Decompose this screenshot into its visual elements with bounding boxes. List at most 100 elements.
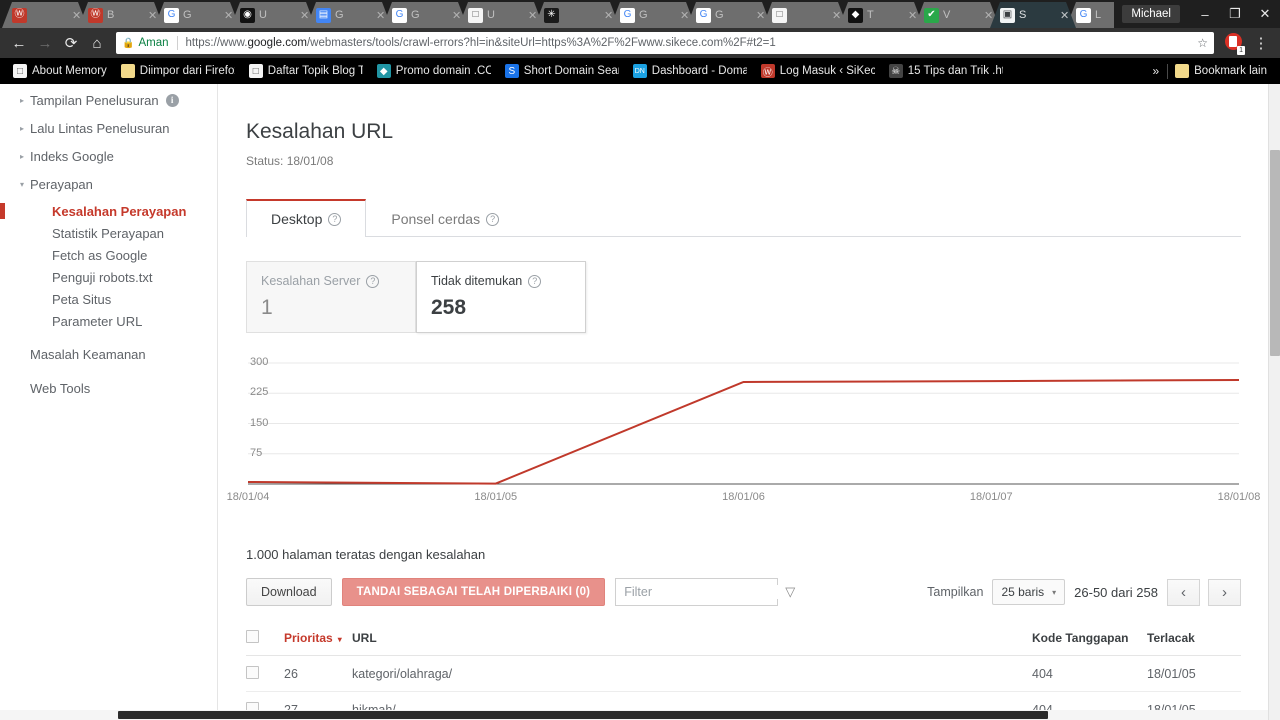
sidebar-subitem-5[interactable]: Parameter URL [0,310,217,332]
vertical-scrollbar-thumb[interactable] [1270,150,1280,356]
browser-tab-8[interactable]: G G ✕ [610,2,696,28]
tab-close-icon[interactable]: ✕ [908,9,918,22]
horizontal-scrollbar-thumb[interactable] [118,711,1048,719]
tab-close-icon[interactable]: ✕ [680,9,690,22]
sidebar-subitem-4[interactable]: Peta Situs [0,288,217,310]
forward-icon[interactable]: → [32,30,58,56]
browser-tab-0[interactable]: Ⓦ ✕ [2,2,88,28]
wordpress-icon: Ⓦ [88,7,103,23]
tab-close-icon[interactable]: ✕ [300,9,310,22]
bookmark-item-6[interactable]: Ⓦ Log Masuk ‹ SiKece.c [754,64,882,78]
sidebar-subitem-1[interactable]: Statistik Perayapan [0,222,217,244]
tab-close-icon[interactable]: ✕ [452,9,462,22]
bookmark-item-4[interactable]: S Short Domain Search [498,64,626,78]
row-checkbox[interactable] [246,666,259,679]
other-bookmarks-folder[interactable]: Bookmark lain [1168,64,1274,78]
sidebar-subitem-2[interactable]: Fetch as Google [0,244,217,266]
tab-ponsel-cerdas[interactable]: Ponsel cerdas ? [366,199,524,237]
sidebar-item-0[interactable]: ▸ Tampilan Penelusuran i [0,88,217,112]
security-indicator[interactable]: 🔒 Aman [122,37,169,49]
horizontal-scrollbar[interactable] [0,710,1268,720]
bookmark-item-5[interactable]: DN Dashboard - DomaiN [626,64,754,78]
sidebar-item-2[interactable]: ▸ Indeks Google [0,144,217,168]
chart-x-tick: 18/01/07 [969,491,1013,503]
card-kesalahan-server[interactable]: Kesalahan Server ? 1 [246,261,416,333]
tab-close-icon[interactable]: ✕ [224,9,234,22]
tab-close-icon[interactable]: ✕ [756,9,766,22]
page-icon: □ [13,64,27,78]
bookmark-item-3[interactable]: ◆ Promo domain .COM [370,64,498,78]
sidebar-item-3[interactable]: ▾ Perayapan [0,172,217,196]
tab-close-icon[interactable]: ✕ [528,9,538,22]
browser-tab-7[interactable]: ✳ ✕ [534,2,620,28]
mark-as-fixed-button[interactable]: TANDAI SEBAGAI TELAH DIPERBAIKI (0) [341,578,606,606]
sidebar-item-1[interactable]: ▸ Lalu Lintas Penelusuran [0,116,217,140]
user-profile-button[interactable]: Michael [1122,5,1180,23]
browser-tab-2[interactable]: G G ✕ [154,2,240,28]
home-icon[interactable]: ⌂ [84,30,110,56]
extension-icon[interactable]: 1 [1224,33,1245,55]
sidebar-subitem-0[interactable]: Kesalahan Perayapan [0,200,217,222]
bookmark-item-7[interactable]: ☠ 15 Tips dan Trik .htac [882,64,1010,78]
tab-desktop[interactable]: Desktop ? [246,199,367,237]
download-button[interactable]: Download [246,578,332,606]
next-page-button[interactable]: › [1208,578,1241,606]
browser-tab-12[interactable]: ✔ V ✕ [914,2,1000,28]
row-select-cell[interactable] [246,655,284,692]
maximize-restore-button[interactable]: ❐ [1220,0,1250,28]
browser-tab-11[interactable]: ◆ T ✕ [838,2,924,28]
bookmarks-overflow-icon[interactable]: » [1144,64,1167,78]
column-terlacak[interactable]: Terlacak [1147,622,1241,656]
browser-tab-13[interactable]: ▣ S ✕ [990,2,1076,28]
address-bar[interactable]: 🔒 Aman https://www.google.com/webmasters… [116,32,1214,54]
bookmark-item-1[interactable]: Diimpor dari Firefox [114,64,242,78]
tab-close-icon[interactable]: ✕ [72,9,82,22]
tab-close-icon[interactable]: ✕ [148,9,158,22]
browser-tab-9[interactable]: G G ✕ [686,2,772,28]
select-all-cell[interactable] [246,622,284,656]
column-prioritas[interactable]: Prioritas ▾ [284,622,352,656]
browser-tab-label: V [943,9,951,21]
chrome-menu-icon[interactable]: ⋮ [1248,30,1274,56]
browser-tab-10[interactable]: □ ✕ [762,2,848,28]
bookmark-star-icon[interactable]: ☆ [1197,36,1208,50]
browser-tab-6[interactable]: □ U ✕ [458,2,544,28]
browser-tab-4[interactable]: ▤ G ✕ [306,2,392,28]
tab-close-icon[interactable]: ✕ [832,9,842,22]
minimize-button[interactable]: – [1190,0,1220,28]
tab-close-icon[interactable]: ✕ [1060,9,1070,22]
check-icon: ✔ [924,7,939,23]
vertical-scrollbar[interactable] [1268,84,1280,720]
info-icon[interactable]: i [165,93,179,107]
column-kode-tanggapan[interactable]: Kode Tanggapan [1032,622,1147,656]
filter-field[interactable]: ▽ [615,578,795,606]
card-tidak-ditemukan[interactable]: Tidak ditemukan ? 258 [416,261,586,333]
column-url[interactable]: URL [352,622,1032,656]
browser-tab-5[interactable]: G G ✕ [382,2,468,28]
help-icon[interactable]: ? [528,274,542,288]
tab-close-icon[interactable]: ✕ [376,9,386,22]
table-row[interactable]: 26 kategori/olahraga/404 18/01/05 [246,655,1241,692]
help-icon[interactable]: ? [486,212,500,226]
bookmark-item-0[interactable]: □ About Memory [6,64,114,78]
tab-close-icon[interactable]: ✕ [604,9,614,22]
bookmark-item-2[interactable]: □ Daftar Topik Blog Te [242,64,370,78]
prev-page-button[interactable]: ‹ [1167,578,1200,606]
cell-url[interactable]: kategori/olahraga/ [352,655,1032,692]
filter-icon[interactable]: ▽ [785,584,795,600]
tab-ponsel-cerdas-label: Ponsel cerdas [391,211,481,227]
rows-per-page-select[interactable]: 25 baris ▾ [992,579,1066,605]
sidebar-plain-1[interactable]: Web Tools [0,376,217,400]
filter-input[interactable] [624,585,786,599]
browser-tab-3[interactable]: ◉ U ✕ [230,2,316,28]
help-icon[interactable]: ? [366,274,380,288]
back-icon[interactable]: ← [6,30,32,56]
select-all-checkbox[interactable] [246,630,259,643]
sidebar-plain-0[interactable]: Masalah Keamanan [0,342,217,366]
tab-close-icon[interactable]: ✕ [984,9,994,22]
close-window-button[interactable]: ✕ [1250,0,1280,28]
browser-tab-1[interactable]: Ⓦ B ✕ [78,2,164,28]
reload-icon[interactable]: ⟳ [58,30,84,56]
help-icon[interactable]: ? [328,212,342,226]
sidebar-subitem-3[interactable]: Penguji robots.txt [0,266,217,288]
